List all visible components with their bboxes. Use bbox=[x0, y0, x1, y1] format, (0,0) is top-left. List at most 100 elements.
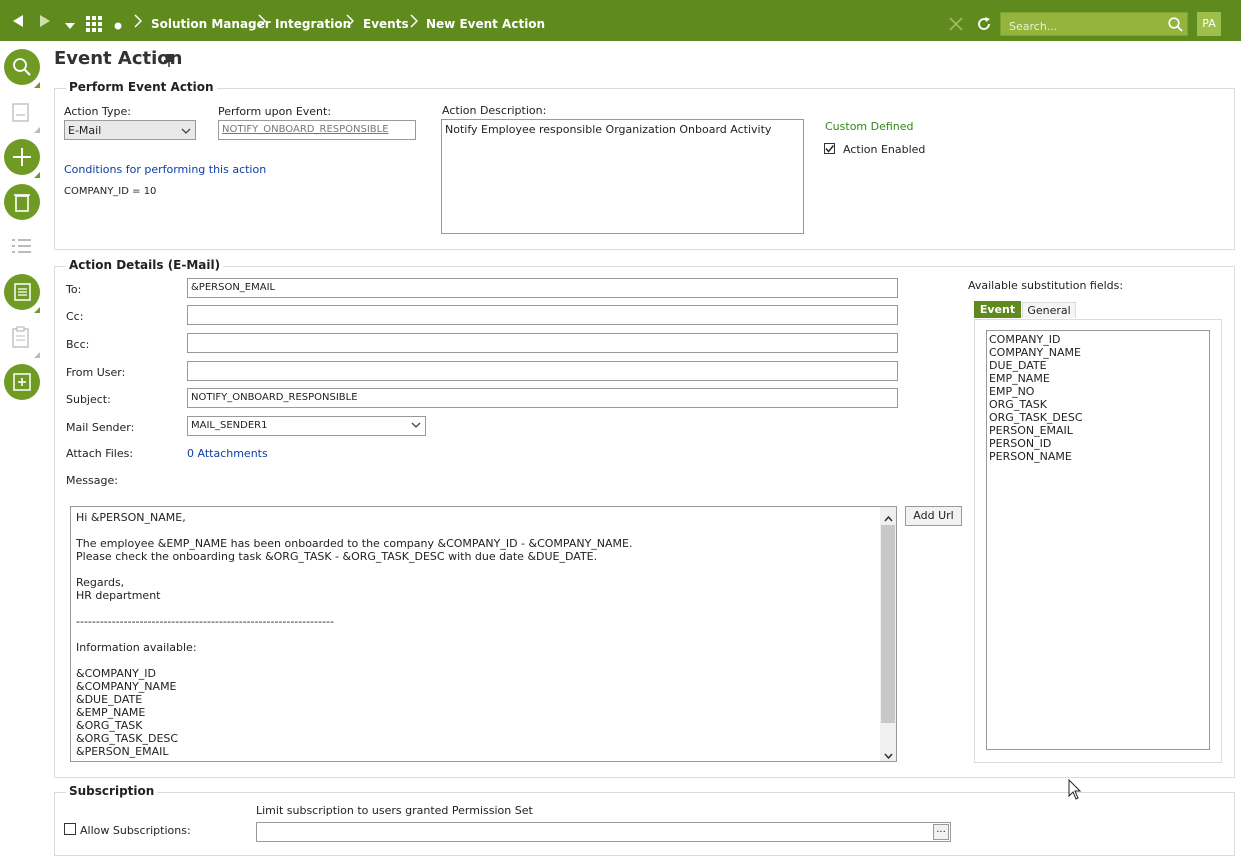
substitution-field-item[interactable]: DUE_DATE bbox=[989, 359, 1083, 372]
menu-corner-indicator bbox=[34, 352, 40, 358]
action-description-textarea[interactable]: Notify Employee responsible Organization… bbox=[441, 119, 804, 234]
details-panel-title: Action Details (E-Mail) bbox=[66, 258, 224, 272]
substitution-items: COMPANY_ID COMPANY_NAME DUE_DATE EMP_NAME EM… bbox=[989, 333, 1083, 463]
pin-icon[interactable] bbox=[163, 53, 175, 70]
substitution-field-item[interactable]: ORG_TASK_DESC bbox=[989, 411, 1083, 424]
trash-icon bbox=[14, 194, 30, 212]
plus-icon bbox=[13, 148, 31, 166]
message-line: The employee &EMP_NAME has been onboarde… bbox=[76, 537, 633, 550]
add-url-button[interactable]: Add Url bbox=[905, 506, 962, 526]
add-box-icon bbox=[13, 373, 31, 391]
attach-files-label: Attach Files: bbox=[66, 447, 134, 460]
delete-record-button[interactable] bbox=[4, 184, 40, 220]
substitution-field-item[interactable]: COMPANY_ID bbox=[989, 333, 1083, 346]
action-type-select[interactable]: E-Mail bbox=[64, 120, 196, 140]
menu-corner-indicator bbox=[34, 127, 40, 133]
chevron-down-icon bbox=[411, 421, 421, 432]
document-list-icon bbox=[14, 283, 31, 301]
mail-sender-value: MAIL_SENDER1 bbox=[191, 420, 268, 431]
cc-field[interactable] bbox=[187, 305, 898, 325]
message-line bbox=[76, 602, 876, 615]
subject-label: Subject: bbox=[66, 393, 111, 406]
substitution-field-item[interactable]: EMP_NO bbox=[989, 385, 1083, 398]
tab-event[interactable]: Event bbox=[974, 301, 1021, 318]
search-input[interactable] bbox=[1007, 17, 1161, 35]
message-line bbox=[76, 524, 876, 537]
message-line: Please check the onboarding task &ORG_TA… bbox=[76, 550, 598, 563]
custom-defined-label: Custom Defined bbox=[825, 120, 914, 133]
mouse-cursor-icon bbox=[1068, 778, 1082, 804]
breadcrumb-solution-manager[interactable]: Solution Manager bbox=[151, 17, 271, 31]
allow-subscriptions-label: Allow Subscriptions: bbox=[80, 824, 191, 837]
message-line bbox=[76, 628, 876, 641]
record-view-icon bbox=[12, 103, 30, 126]
substitution-field-item[interactable]: EMP_NAME bbox=[989, 372, 1083, 385]
search-box bbox=[1000, 12, 1188, 36]
scroll-thumb[interactable] bbox=[881, 525, 895, 723]
substitution-field-item[interactable]: COMPANY_NAME bbox=[989, 346, 1083, 359]
message-line: &ORG_TASK bbox=[76, 719, 143, 732]
substitution-field-item[interactable]: PERSON_ID bbox=[989, 437, 1083, 450]
action-enabled-checkbox[interactable] bbox=[824, 143, 835, 154]
bcc-field[interactable] bbox=[187, 333, 898, 353]
message-textarea[interactable]: Hi &PERSON_NAME, The employee &EMP_NAME h… bbox=[70, 506, 897, 762]
menu-corner-indicator bbox=[34, 172, 40, 178]
list-view-icon bbox=[12, 238, 32, 259]
from-user-field[interactable] bbox=[187, 361, 898, 381]
new-record-button[interactable] bbox=[4, 139, 40, 175]
breadcrumb-new-event-action: New Event Action bbox=[426, 17, 546, 31]
mail-sender-label: Mail Sender: bbox=[66, 421, 135, 434]
allow-subscriptions-checkbox[interactable] bbox=[64, 823, 76, 835]
conditions-link[interactable]: Conditions for performing this action bbox=[64, 163, 266, 176]
permission-set-browse-button[interactable]: ... bbox=[933, 824, 949, 840]
menu-corner-indicator bbox=[34, 82, 40, 88]
chevron-down-icon[interactable] bbox=[65, 19, 75, 32]
clipboard-icon bbox=[12, 326, 30, 351]
to-field[interactable]: &PERSON_EMAIL bbox=[187, 278, 898, 298]
user-avatar[interactable]: PA bbox=[1197, 12, 1221, 36]
message-line bbox=[76, 654, 876, 667]
subscription-panel-title: Subscription bbox=[66, 784, 158, 798]
message-body: Hi &PERSON_NAME, The employee &EMP_NAME h… bbox=[76, 511, 876, 758]
message-line: &COMPANY_NAME bbox=[76, 680, 177, 693]
message-line: Hi &PERSON_NAME, bbox=[76, 511, 186, 524]
home-dot-icon[interactable] bbox=[114, 20, 122, 33]
substitution-field-item[interactable]: ORG_TASK bbox=[989, 398, 1083, 411]
permission-set-field[interactable] bbox=[256, 822, 951, 842]
scroll-down-icon[interactable] bbox=[884, 749, 893, 761]
tab-general[interactable]: General bbox=[1022, 302, 1076, 318]
details-button[interactable] bbox=[4, 274, 40, 310]
message-line: HR department bbox=[76, 589, 161, 602]
action-type-label: Action Type: bbox=[64, 105, 131, 118]
action-type-value: E-Mail bbox=[68, 124, 102, 137]
close-icon[interactable] bbox=[949, 17, 963, 34]
substitution-field-list: COMPANY_ID COMPANY_NAME DUE_DATE EMP_NAME EM… bbox=[986, 330, 1210, 750]
add-item-button[interactable] bbox=[4, 364, 40, 400]
message-scrollbar[interactable] bbox=[880, 507, 896, 761]
subject-field[interactable]: NOTIFY_ONBOARD_RESPONSIBLE bbox=[187, 388, 898, 408]
mail-sender-select[interactable]: MAIL_SENDER1 bbox=[187, 416, 426, 436]
scroll-up-icon[interactable] bbox=[884, 512, 893, 525]
breadcrumb-integration[interactable]: Integration bbox=[275, 17, 351, 31]
bcc-label: Bcc: bbox=[66, 338, 90, 351]
back-arrow-icon[interactable] bbox=[11, 14, 25, 31]
search-icon[interactable] bbox=[1168, 17, 1183, 35]
forward-arrow-icon[interactable] bbox=[38, 14, 52, 31]
breadcrumb-events[interactable]: Events bbox=[363, 17, 409, 31]
message-line: &DUE_DATE bbox=[76, 693, 143, 706]
message-line bbox=[76, 563, 876, 576]
to-label: To: bbox=[66, 283, 82, 296]
refresh-icon[interactable] bbox=[976, 16, 992, 35]
message-line: Information available: bbox=[76, 641, 197, 654]
message-line: &EMP_NAME bbox=[76, 706, 146, 719]
perform-upon-event-field[interactable]: NOTIFY_ONBOARD_RESPONSIBLE bbox=[218, 120, 416, 140]
attachments-link[interactable]: 0 Attachments bbox=[187, 447, 268, 460]
substitution-field-item[interactable]: PERSON_NAME bbox=[989, 450, 1083, 463]
message-label: Message: bbox=[66, 474, 118, 487]
search-records-button[interactable] bbox=[4, 49, 40, 85]
app-grid-icon[interactable] bbox=[86, 16, 102, 35]
substitution-field-item[interactable]: PERSON_EMAIL bbox=[989, 424, 1083, 437]
message-line: &PERSON_EMAIL bbox=[76, 745, 169, 758]
breadcrumb-separator-icon bbox=[258, 14, 267, 32]
action-enabled-label: Action Enabled bbox=[843, 143, 926, 156]
